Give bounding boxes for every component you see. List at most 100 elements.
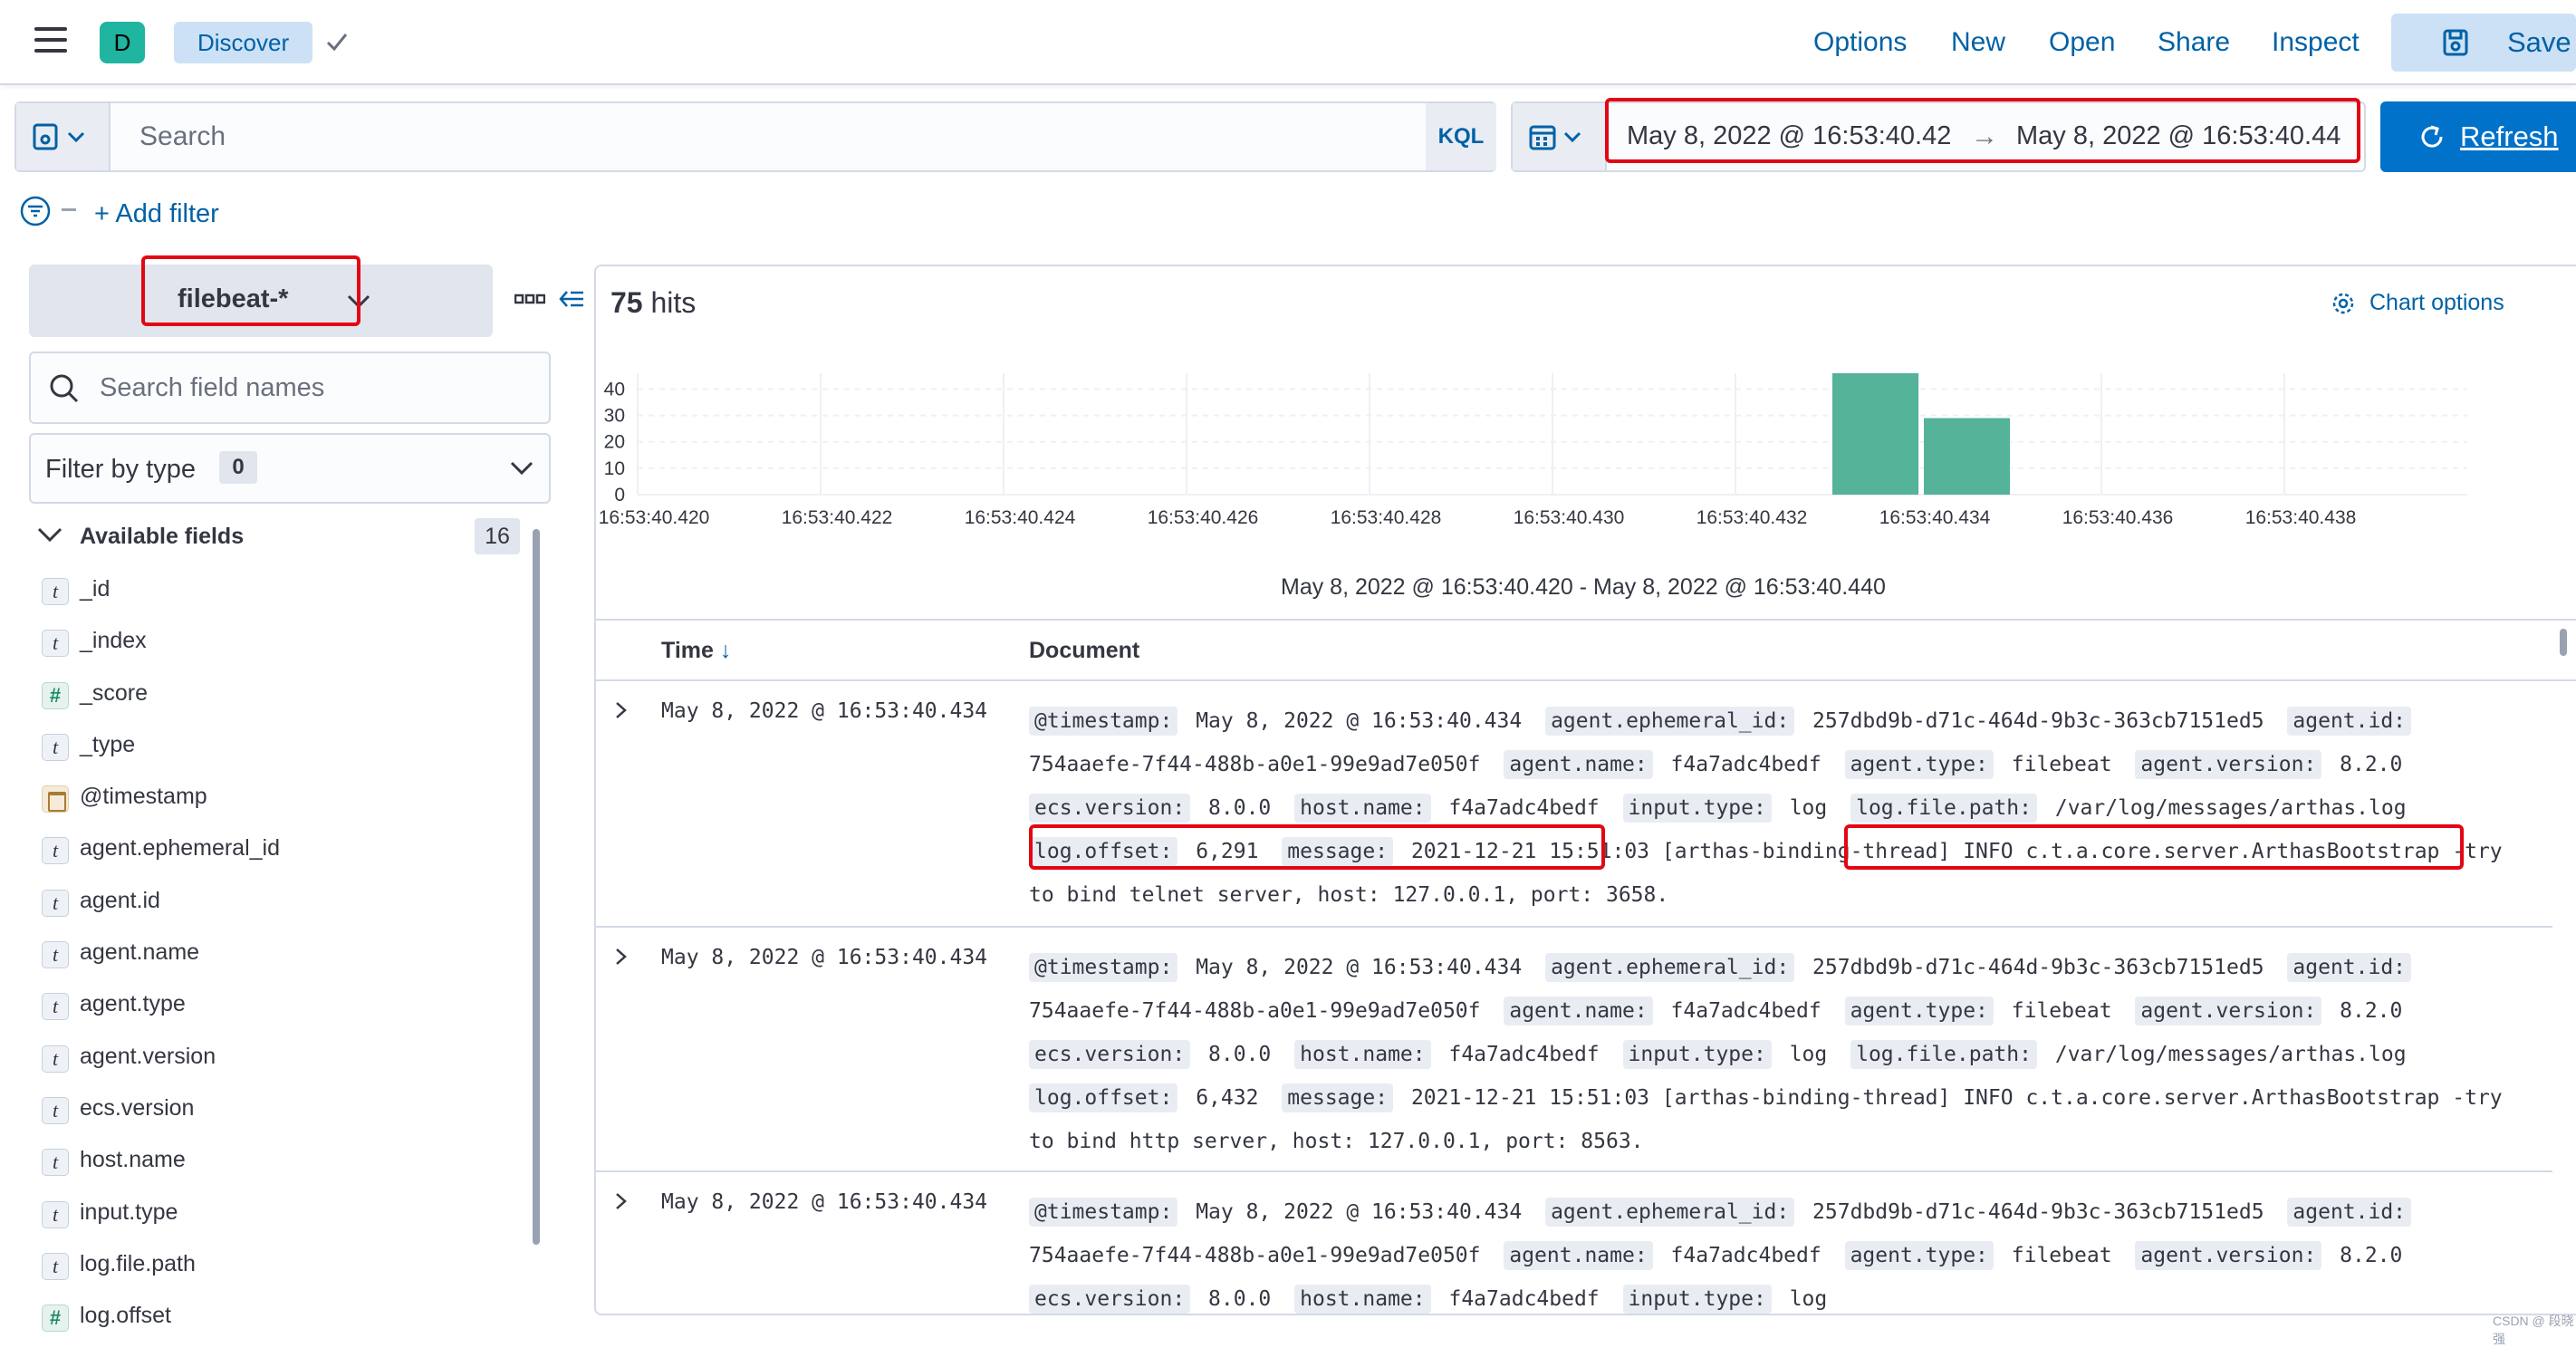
end-date[interactable]: May 8, 2022 @ 16:53:40.44 <box>2016 121 2341 151</box>
field-name: agent.type <box>80 991 186 1017</box>
expand-row-icon[interactable] <box>612 946 630 968</box>
kql-language-toggle[interactable]: KQL <box>1426 103 1496 170</box>
quick-select-button[interactable] <box>1513 103 1607 170</box>
breadcrumb-discover[interactable]: Discover <box>174 22 313 63</box>
hits-number: 75 <box>610 286 643 319</box>
string-type-icon: t <box>42 630 69 658</box>
document-field-value: 8.2.0 <box>2340 999 2403 1023</box>
start-date[interactable]: May 8, 2022 @ 16:53:40.42 <box>1627 121 1951 151</box>
document-field-value: 754aaefe-7f44-488b-a0e1-99e9ad7e050f <box>1029 1244 1481 1267</box>
search-input[interactable] <box>111 103 1438 170</box>
expand-row-icon[interactable] <box>612 1190 630 1212</box>
field-item[interactable]: t agent.type <box>42 984 522 1035</box>
index-pattern-selector[interactable]: filebeat-* <box>29 265 493 337</box>
string-type-icon: t <box>42 1252 69 1280</box>
document-field-key: agent.type: <box>1844 1241 1994 1270</box>
saved-query-icon <box>33 123 85 150</box>
field-item[interactable]: t _type <box>42 725 522 776</box>
document-field-key: input.type: <box>1622 794 1772 823</box>
document-field-key: ecs.version: <box>1029 1040 1191 1069</box>
menu-icon[interactable] <box>34 27 67 54</box>
filter-divider <box>62 208 76 211</box>
document-field-value: 8.2.0 <box>2340 753 2403 776</box>
document-field-value: 257dbd9b-d71c-464d-9b3c-363cb7151ed5 <box>1812 709 2264 733</box>
sort-descending-icon[interactable]: ↓ <box>720 638 732 663</box>
string-type-icon: t <box>42 993 69 1021</box>
field-name: _index <box>80 628 147 654</box>
document-field-key: host.name: <box>1294 1040 1431 1069</box>
field-search-input[interactable] <box>100 355 534 420</box>
x-tick-label: 16:53:40.426 <box>1148 507 1259 528</box>
space-avatar[interactable]: D <box>100 22 145 63</box>
inspect-link[interactable]: Inspect <box>2272 27 2360 58</box>
document-column-header: Document <box>1029 638 1140 663</box>
refresh-label: Refresh <box>2460 120 2559 152</box>
field-item[interactable]: t agent.ephemeral_id <box>42 828 522 880</box>
new-link[interactable]: New <box>1951 27 2005 58</box>
chevron-down-icon[interactable] <box>36 525 63 544</box>
field-item[interactable]: t _id <box>42 569 522 621</box>
document-field-value: f4a7adc4bedf <box>1670 999 1821 1023</box>
collapse-sidebar-icon[interactable] <box>558 286 585 313</box>
refresh-button[interactable]: Refresh <box>2380 101 2576 172</box>
string-type-icon: t <box>42 1149 69 1177</box>
field-name: agent.version <box>80 1043 216 1069</box>
field-item[interactable]: t agent.id <box>42 881 522 932</box>
share-link[interactable]: Share <box>2158 27 2230 58</box>
expand-row-icon[interactable] <box>612 699 630 721</box>
field-item[interactable]: t host.name <box>42 1140 522 1191</box>
histogram-range-label: May 8, 2022 @ 16:53:40.420 - May 8, 2022… <box>1281 574 1886 600</box>
saved-query-menu-button[interactable] <box>16 103 111 170</box>
document-field-key: host.name: <box>1294 1285 1431 1314</box>
more-options-icon[interactable] <box>514 294 545 304</box>
row-timestamp: May 8, 2022 @ 16:53:40.434 <box>661 699 988 723</box>
document-field-key: agent.type: <box>1844 750 1994 779</box>
hits-histogram: 0 10 20 30 40 16:53:40.420 16:53:40.422 16:53:4… <box>599 373 2467 528</box>
document-field-value: log <box>1789 1287 1828 1311</box>
document-field-key: agent.ephemeral_id: <box>1545 1198 1795 1227</box>
document-field-key: agent.version: <box>2135 1241 2322 1270</box>
sidebar-scrollbar[interactable] <box>533 529 540 1245</box>
number-type-icon: # <box>42 1305 69 1333</box>
document-field-key: agent.ephemeral_id: <box>1545 953 1795 982</box>
gear-icon <box>2332 293 2354 314</box>
document-field-value: filebeat <box>2011 753 2112 776</box>
document-field-key: agent.id: <box>2287 953 2412 982</box>
save-label: Save <box>2507 26 2571 58</box>
field-item[interactable]: t input.type <box>42 1192 522 1244</box>
document-field-key: input.type: <box>1622 1040 1772 1069</box>
document-field-key: @timestamp: <box>1029 953 1178 982</box>
field-item[interactable]: t _index <box>42 621 522 672</box>
save-button[interactable]: Save <box>2391 14 2576 72</box>
document-field-value: 754aaefe-7f44-488b-a0e1-99e9ad7e050f <box>1029 999 1481 1023</box>
field-item[interactable]: # _score <box>42 673 522 725</box>
document-field-value: 754aaefe-7f44-488b-a0e1-99e9ad7e050f <box>1029 753 1481 776</box>
field-item[interactable]: t agent.version <box>42 1036 522 1088</box>
table-scrollbar[interactable] <box>2560 629 2567 656</box>
time-column-header[interactable]: Time ↓ <box>661 638 731 664</box>
document-field-key: log.file.path: <box>1850 794 2037 823</box>
divider <box>596 619 2576 621</box>
field-item[interactable]: t ecs.version <box>42 1088 522 1140</box>
field-item[interactable]: t log.file.path <box>42 1244 522 1295</box>
document-field-value: f4a7adc4bedf <box>1670 1244 1821 1267</box>
field-item[interactable]: # log.offset <box>42 1295 522 1334</box>
add-filter-button[interactable]: + Add filter <box>94 199 219 229</box>
row-document: @timestamp: May 8, 2022 @ 16:53:40.434 a… <box>1029 1190 2514 1314</box>
chart-options-button[interactable]: Chart options <box>2332 290 2504 316</box>
checkmark-icon <box>326 34 348 52</box>
x-tick-label: 16:53:40.420 <box>599 507 710 528</box>
histogram-bar[interactable] <box>1924 418 2010 495</box>
field-name: _id <box>80 576 111 602</box>
document-field-key: @timestamp: <box>1029 1198 1178 1227</box>
field-item[interactable]: @timestamp <box>42 776 522 828</box>
filter-options-icon[interactable] <box>20 196 51 226</box>
x-tick-label: 16:53:40.432 <box>1697 507 1808 528</box>
chevron-down-icon <box>347 294 370 309</box>
document-field-key: ecs.version: <box>1029 794 1191 823</box>
filter-by-type-button[interactable]: Filter by type 0 <box>29 433 551 504</box>
options-link[interactable]: Options <box>1813 27 1907 58</box>
histogram-bar[interactable] <box>1832 373 1918 495</box>
field-item[interactable]: t agent.name <box>42 932 522 984</box>
open-link[interactable]: Open <box>2049 27 2115 58</box>
